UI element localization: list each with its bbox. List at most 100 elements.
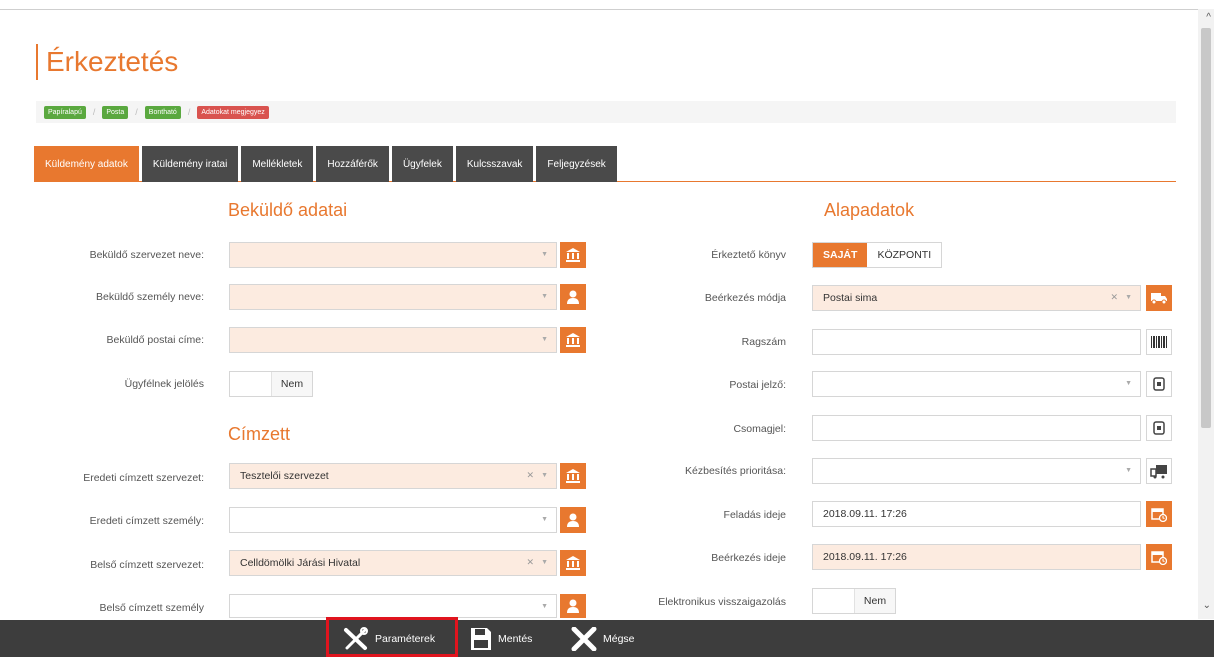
- toggle-off-area: [230, 372, 271, 396]
- orig-person-lookup-button[interactable]: [560, 507, 586, 533]
- arrival-mode-button[interactable]: [1146, 285, 1172, 311]
- breadcrumb-separator: /: [92, 107, 96, 117]
- inner-org-lookup-button[interactable]: [560, 550, 586, 576]
- action-bar: Paraméterek Mentés Mégse: [0, 620, 1214, 657]
- scroll-thumb[interactable]: [1201, 28, 1211, 428]
- chevron-down-icon: ▼: [541, 293, 548, 300]
- toggle-off-area: [813, 589, 854, 613]
- sent-time-label: Feladás ideje: [723, 509, 786, 521]
- postal-mark-button[interactable]: [1146, 371, 1172, 397]
- sender-address-lookup-button[interactable]: [560, 327, 586, 353]
- e-confirm-toggle[interactable]: Nem: [812, 588, 896, 614]
- user-icon: [567, 290, 579, 304]
- e-confirm-label: Elektronikus visszaigazolás: [658, 596, 786, 608]
- tab-accessors[interactable]: Hozzáférők: [316, 146, 389, 182]
- arrival-time-value: 2018.09.11. 17:26: [823, 551, 907, 563]
- inner-org-label: Belső címzett szervezet:: [90, 559, 204, 571]
- sender-address-label: Beküldő postai címe:: [106, 334, 204, 346]
- recipient-section-title: Címzett: [228, 424, 291, 444]
- book-own-button[interactable]: SAJÁT: [813, 243, 868, 267]
- delivery-truck-icon: [1151, 293, 1167, 305]
- book-selector: SAJÁT KÖZPONTI: [812, 242, 943, 268]
- clear-icon[interactable]: ✕: [1110, 292, 1118, 303]
- book-label: Érkeztető könyv: [711, 249, 786, 261]
- calendar-clock-icon: [1151, 551, 1167, 565]
- package-mark-input[interactable]: [812, 415, 1141, 441]
- sent-time-input[interactable]: 2018.09.11. 17:26: [812, 501, 1141, 527]
- breadcrumb-item-remember[interactable]: Adatokat megjegyez: [197, 105, 269, 119]
- inner-org-select[interactable]: Celldömölki Járási Hivatal ✕ ▼: [229, 550, 557, 576]
- arrival-mode-select[interactable]: Postai sima ✕ ▼: [812, 285, 1141, 311]
- tab-notes[interactable]: Feljegyzések: [536, 146, 617, 182]
- clear-icon[interactable]: ✕: [526, 557, 534, 568]
- sent-time-value: 2018.09.11. 17:26: [823, 508, 907, 520]
- chevron-down-icon: ▼: [541, 336, 548, 343]
- chevron-down-icon: ▼: [1125, 294, 1132, 301]
- priority-button[interactable]: [1146, 458, 1172, 484]
- breadcrumb-separator: /: [135, 107, 138, 117]
- orig-org-select[interactable]: Tesztelői szervezet ✕ ▼: [229, 463, 557, 489]
- tab-keywords[interactable]: Kulcsszavak: [455, 146, 534, 182]
- save-button[interactable]: Mentés: [470, 620, 532, 657]
- tab-attachments[interactable]: Mellékletek: [241, 146, 314, 182]
- sender-person-lookup-button[interactable]: [560, 284, 586, 310]
- orig-org-value: Tesztelői szervezet: [240, 470, 329, 482]
- inner-person-label: Belső címzett személy: [99, 602, 204, 614]
- inner-org-value: Celldömölki Járási Hivatal: [240, 557, 361, 569]
- book-central-button[interactable]: KÖZPONTI: [867, 243, 942, 267]
- client-flag-label: Ügyfélnek jelölés: [124, 378, 204, 390]
- orig-person-select[interactable]: ▼: [229, 507, 557, 533]
- sent-time-picker-button[interactable]: [1146, 501, 1172, 527]
- scroll-up-icon[interactable]: ^: [1206, 12, 1211, 23]
- tab-shipment-documents[interactable]: Küldemény iratai: [141, 146, 239, 182]
- chevron-down-icon: ▼: [541, 251, 548, 258]
- institution-icon: [566, 248, 580, 262]
- tab-clients[interactable]: Ügyfelek: [391, 146, 453, 182]
- chevron-down-icon: ▼: [541, 603, 548, 610]
- user-icon: [567, 599, 579, 613]
- postal-mark-select[interactable]: ▼: [812, 371, 1141, 397]
- chevron-down-icon: ▼: [1125, 467, 1132, 474]
- priority-label: Kézbesítés prioritása:: [685, 465, 786, 477]
- close-icon: [571, 626, 597, 651]
- client-flag-toggle[interactable]: Nem: [229, 371, 313, 397]
- e-confirm-value: Nem: [853, 589, 895, 613]
- institution-icon: [566, 556, 580, 570]
- barcode-icon: [1151, 336, 1167, 348]
- ragszam-label: Ragszám: [741, 336, 786, 348]
- orig-org-lookup-button[interactable]: [560, 463, 586, 489]
- orig-person-label: Eredeti címzett személy:: [89, 515, 204, 527]
- chevron-down-icon: ▼: [541, 516, 548, 523]
- arrival-time-picker-button[interactable]: [1146, 544, 1172, 570]
- sender-address-select[interactable]: ▼: [229, 327, 557, 353]
- arrival-mode-value: Postai sima: [823, 292, 878, 304]
- chevron-down-icon: ▼: [1125, 380, 1132, 387]
- ragszam-input[interactable]: [812, 329, 1141, 355]
- arrival-time-input[interactable]: 2018.09.11. 17:26: [812, 544, 1141, 570]
- priority-select[interactable]: ▼: [812, 458, 1141, 484]
- cancel-label: Mégse: [603, 632, 635, 645]
- inner-person-lookup-button[interactable]: [560, 594, 586, 618]
- scroll-down-icon[interactable]: ⌄: [1203, 600, 1211, 611]
- cancel-button[interactable]: Mégse: [571, 620, 635, 657]
- barcode-button[interactable]: [1146, 329, 1172, 355]
- package-mark-button[interactable]: [1146, 415, 1172, 441]
- breadcrumb-item-paper[interactable]: Papíralapú: [44, 105, 86, 119]
- chevron-down-icon: ▼: [541, 559, 548, 566]
- breadcrumb-item-post[interactable]: Posta: [102, 105, 129, 119]
- arrival-time-label: Beérkezés ideje: [711, 552, 786, 564]
- page-title: Érkeztetés: [36, 44, 178, 80]
- clear-icon[interactable]: ✕: [526, 470, 534, 481]
- delivery-package-icon: [1150, 465, 1167, 479]
- breadcrumb-separator: /: [187, 107, 191, 117]
- sender-org-select[interactable]: ▼: [229, 242, 557, 268]
- document-icon: [1153, 377, 1165, 391]
- client-flag-value: Nem: [270, 372, 312, 396]
- orig-org-label: Eredeti címzett szervezet:: [83, 472, 204, 484]
- tab-shipment-data[interactable]: Küldemény adatok: [34, 146, 139, 182]
- sender-org-lookup-button[interactable]: [560, 242, 586, 268]
- arrival-mode-label: Beérkezés módja: [704, 292, 786, 304]
- sender-person-select[interactable]: ▼: [229, 284, 557, 310]
- inner-person-select[interactable]: ▼: [229, 594, 557, 618]
- breadcrumb-item-openable[interactable]: Bontható: [144, 105, 181, 119]
